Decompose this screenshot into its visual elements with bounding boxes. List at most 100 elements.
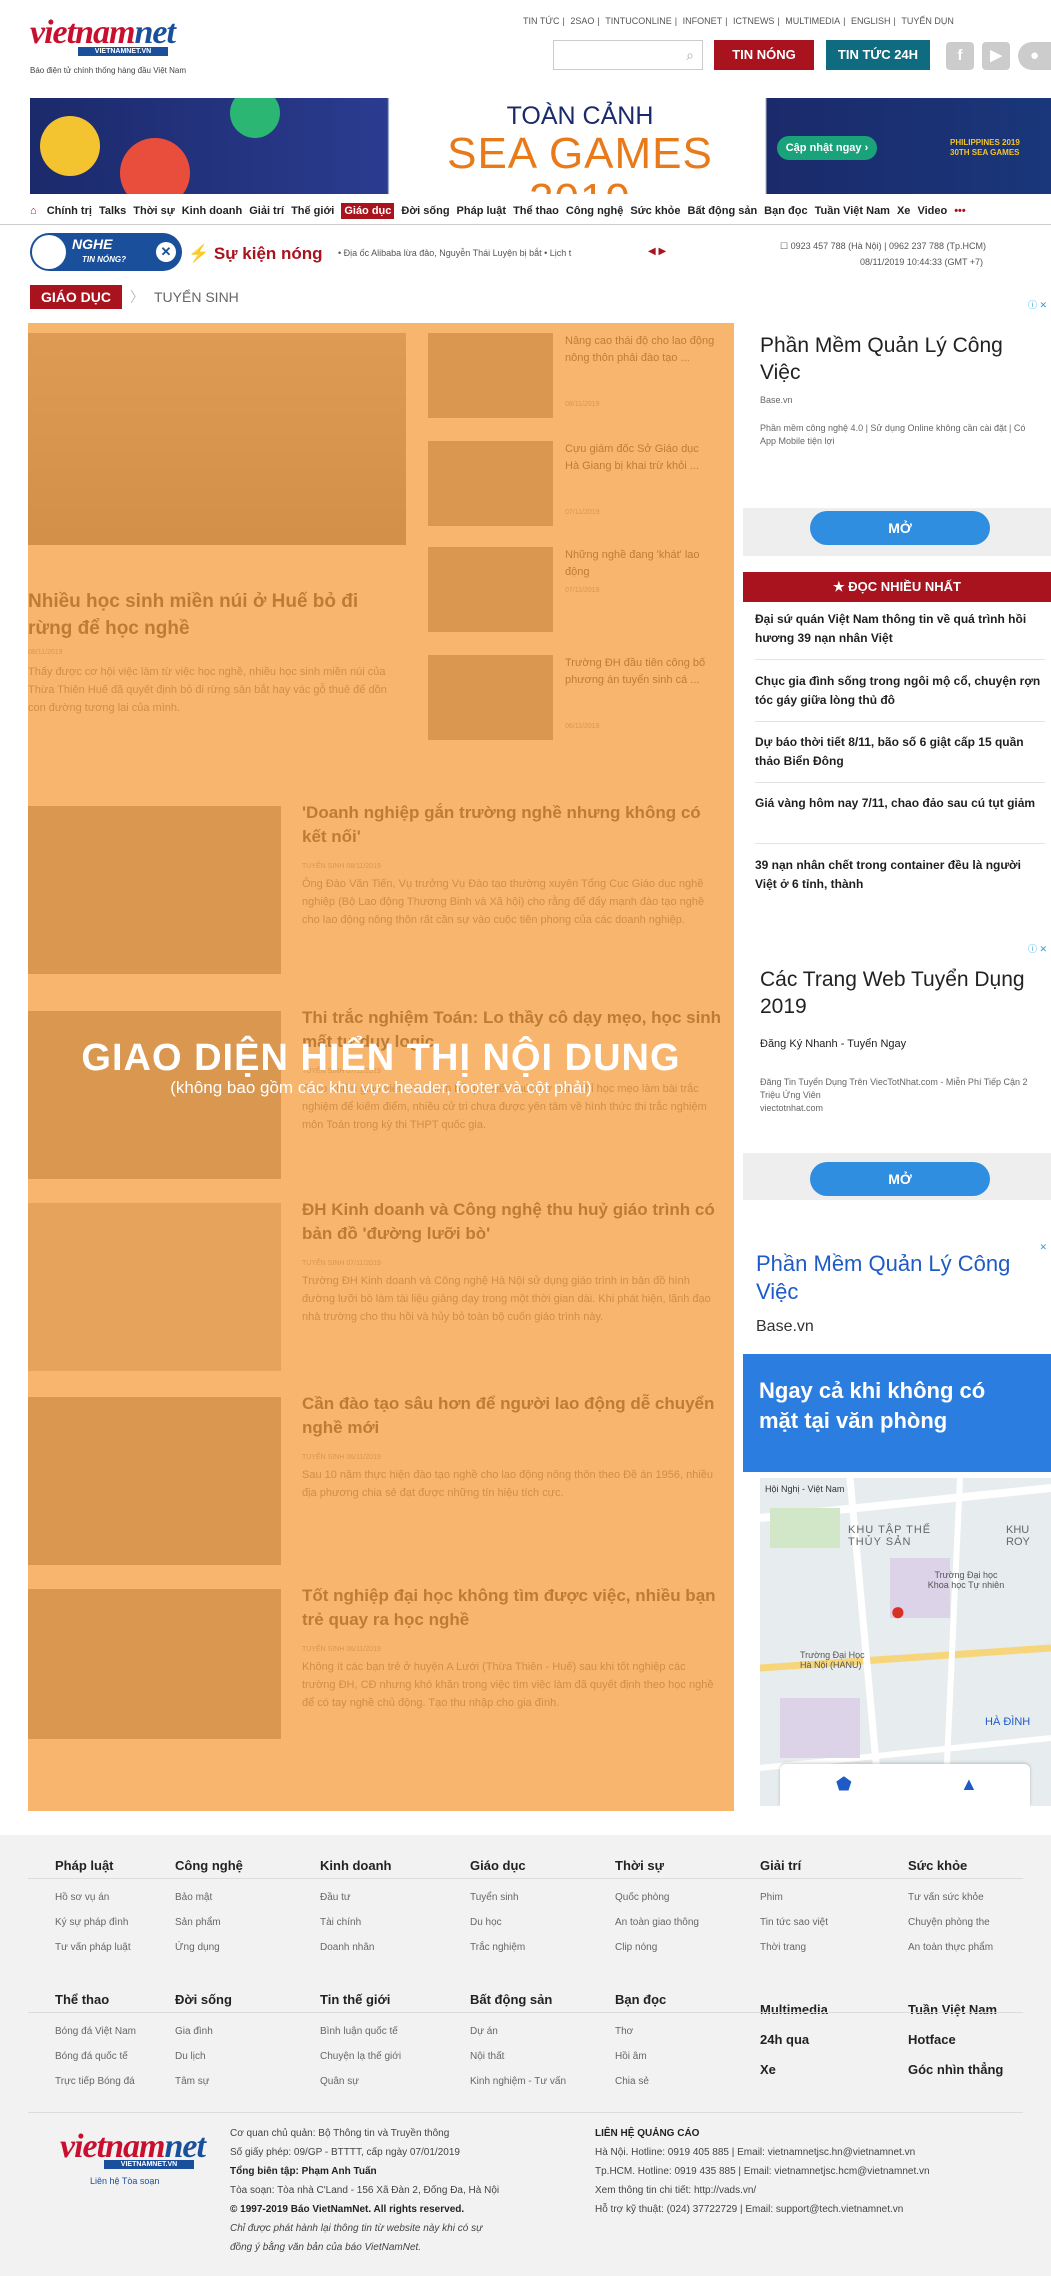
ad-open-button[interactable]: MỞ xyxy=(810,511,990,545)
news-24h-button[interactable]: TIN TỨC 24H xyxy=(826,40,930,70)
article-image[interactable] xyxy=(28,806,281,974)
footer-link[interactable]: Du lịch xyxy=(175,2051,206,2062)
featured-title[interactable]: Nhiều học sinh miền núi ở Huế bỏ đi rừng… xyxy=(28,588,406,642)
ad-title[interactable]: Phần Mềm Quản Lý Công Việc xyxy=(760,332,1040,386)
article-image[interactable] xyxy=(28,1203,281,1371)
article-title[interactable]: 'Doanh nghiệp gắn trường nghề nhưng khôn… xyxy=(302,801,722,849)
ad-box[interactable]: ⓘ ✕ Phần Mềm Quản Lý Công Việc Base.vn P… xyxy=(743,296,1051,508)
footer-link[interactable]: Chuyện phòng the xyxy=(908,1917,990,1928)
ad-open-button[interactable]: MỞ xyxy=(810,1162,990,1196)
side-story-title[interactable]: Trường ĐH đầu tiên công bố phương án tuy… xyxy=(565,655,715,689)
footer-column-heading[interactable]: Multimedia xyxy=(760,2002,828,2017)
site-logo[interactable]: vietnamnet VIETNAMNET.VN Báo điện tử chí… xyxy=(30,14,186,75)
menu-item[interactable]: Xe xyxy=(897,205,910,217)
footer-link[interactable]: Tư vấn sức khỏe xyxy=(908,1892,984,1903)
close-icon[interactable]: ✕ xyxy=(156,242,176,262)
footer-link[interactable]: Quốc phòng xyxy=(615,1892,670,1903)
footer-link[interactable]: Đầu tư xyxy=(320,1892,351,1903)
footer-column-heading[interactable]: 24h qua xyxy=(760,2032,809,2047)
footer-column-heading[interactable]: Bạn đọc xyxy=(615,1992,666,2007)
most-read-item[interactable]: Đại sứ quán Việt Nam thông tin về quá tr… xyxy=(755,610,1045,648)
side-story-image[interactable] xyxy=(428,333,553,418)
footer-link[interactable]: Ứng dụng xyxy=(175,1942,220,1953)
footer-column-heading[interactable]: Thể thao xyxy=(55,1992,109,2007)
top-link[interactable]: INFONET xyxy=(683,16,723,26)
ad-box[interactable]: ⓘ ✕ Các Trang Web Tuyển Dụng 2019 Đăng K… xyxy=(743,940,1051,1153)
update-now-button[interactable]: Cập nhật ngay › xyxy=(777,136,877,160)
most-read-item[interactable]: 39 nạn nhân chết trong container đều là … xyxy=(755,856,1045,894)
most-read-item[interactable]: Giá vàng hôm nay 7/11, chao đảo sau cú t… xyxy=(755,794,1045,813)
menu-item[interactable]: Thời sự xyxy=(133,205,174,217)
footer-link[interactable]: Bình luận quốc tế xyxy=(320,2026,398,2037)
footer-link[interactable]: Tâm sự xyxy=(175,2076,209,2087)
menu-item[interactable]: Bạn đọc xyxy=(764,205,807,217)
footer-link[interactable]: Thơ xyxy=(615,2026,633,2037)
side-story-title[interactable]: Nâng cao thái độ cho lao động nông thôn … xyxy=(565,333,715,367)
ad-title[interactable]: Các Trang Web Tuyển Dụng 2019 xyxy=(760,966,1045,1020)
ad-title[interactable]: Phần Mềm Quản Lý Công Việc xyxy=(756,1250,1016,1306)
sea-games-banner[interactable]: TOÀN CẢNH SEA GAMES 2019 Cập nhật ngay ›… xyxy=(30,98,1051,194)
footer-link[interactable]: Sản phẩm xyxy=(175,1917,221,1928)
contact-link[interactable]: Liên hệ Tòa soạn xyxy=(90,2176,205,2186)
adchoices-icon[interactable]: ⓘ ✕ xyxy=(1028,298,1047,311)
footer-link[interactable]: Trực tiếp Bóng đá xyxy=(55,2076,135,2087)
footer-column-heading[interactable]: Tuần Việt Nam xyxy=(908,2002,997,2017)
footer-column-heading[interactable]: Công nghệ xyxy=(175,1858,243,1873)
footer-link[interactable]: Chia sẻ xyxy=(615,2076,649,2087)
footer-column-heading[interactable]: Xe xyxy=(760,2062,776,2077)
side-story-title[interactable]: Cựu giám đốc Sở Giáo dục Hà Giang bị kha… xyxy=(565,441,715,475)
footer-column-heading[interactable]: Bất động sản xyxy=(470,1992,552,2007)
footer-link[interactable]: Tin tức sao việt xyxy=(760,1917,828,1928)
footer-column-heading[interactable]: Kinh doanh xyxy=(320,1858,392,1873)
side-story-image[interactable] xyxy=(428,547,553,632)
footer-link[interactable]: Du học xyxy=(470,1917,502,1928)
footer-link[interactable]: Tư vấn pháp luật xyxy=(55,1942,131,1953)
side-story-title[interactable]: Những nghề đang 'khát' lao động xyxy=(565,547,715,581)
menu-item[interactable]: Sức khỏe xyxy=(630,205,680,217)
footer-column-heading[interactable]: Giáo dục xyxy=(470,1858,526,1873)
article-title[interactable]: Cần đào tạo sâu hơn để người lao động dễ… xyxy=(302,1392,722,1440)
breadcrumb-section[interactable]: GIÁO DỤC xyxy=(30,285,122,309)
footer-ad-line[interactable]: Xem thông tin chi tiết: http://vads.vn/ xyxy=(595,2181,1045,2200)
top-link[interactable]: MULTIMEDIA xyxy=(785,16,840,26)
menu-item[interactable]: Đời sống xyxy=(401,205,449,217)
menu-item[interactable]: Thế giới xyxy=(291,205,334,217)
footer-link[interactable]: Gia đình xyxy=(175,2026,213,2037)
footer-column-heading[interactable]: Góc nhìn thẳng xyxy=(908,2062,1003,2077)
directions-icon[interactable]: ⬟ xyxy=(836,1774,852,1795)
top-link[interactable]: ENGLISH xyxy=(851,16,891,26)
hot-news-button[interactable]: TIN NÓNG xyxy=(714,40,814,70)
listen-hot-news-button[interactable]: NGHE TIN NÓNG? ✕ xyxy=(30,233,182,271)
footer-link[interactable]: Quân sự xyxy=(320,2076,359,2087)
menu-item[interactable]: Talks xyxy=(99,205,126,217)
more-menu-icon[interactable]: ••• xyxy=(954,205,966,217)
top-link[interactable]: TINTUCONLINE xyxy=(605,16,672,26)
footer-link[interactable]: Nội thất xyxy=(470,2051,504,2062)
footer-link[interactable]: Dự án xyxy=(470,2026,498,2037)
adchoices-icon[interactable]: ✕ xyxy=(1039,1242,1047,1253)
footer-link[interactable]: Thời trang xyxy=(760,1942,806,1953)
article-title[interactable]: ĐH Kinh doanh và Công nghệ thu huỷ giáo … xyxy=(302,1198,722,1246)
menu-item[interactable]: Bất động sản xyxy=(688,205,758,217)
top-link[interactable]: TIN TỨC xyxy=(523,16,560,26)
menu-item[interactable]: Tuần Việt Nam xyxy=(815,205,890,217)
breadcrumb-subsection[interactable]: TUYỂN SINH xyxy=(154,285,239,309)
map-widget[interactable]: Hội Nghị - Việt Nam KHU TẬP THỂ THỦY SẢN… xyxy=(760,1478,1051,1806)
footer-column-heading[interactable]: Đời sống xyxy=(175,1992,232,2007)
menu-item-active[interactable]: Giáo dục xyxy=(341,203,395,219)
footer-link[interactable]: Clip nóng xyxy=(615,1942,657,1953)
footer-link[interactable]: Bóng đá Việt Nam xyxy=(55,2026,136,2037)
footer-column-heading[interactable]: Pháp luật xyxy=(55,1858,114,1873)
ad-banner[interactable]: Ngay cả khi không có mặt tại văn phòng xyxy=(743,1354,1051,1472)
news-ticker[interactable]: • Địa ốc Alibaba lừa đảo, Nguyễn Thái Lu… xyxy=(338,248,571,258)
footer-link[interactable]: Phim xyxy=(760,1892,783,1903)
article-image[interactable] xyxy=(28,1589,281,1739)
ad-box[interactable]: ✕ Phần Mềm Quản Lý Công Việc Base.vn xyxy=(743,1240,1051,1354)
footer-link[interactable]: Trắc nghiệm xyxy=(470,1942,525,1953)
footer-logo[interactable]: vietnamnet VIETNAMNET.VN Liên hệ Tòa soạ… xyxy=(60,2128,206,2186)
top-link[interactable]: 2SAO xyxy=(570,16,594,26)
home-icon[interactable]: ⌂ xyxy=(30,205,37,217)
navigate-icon[interactable]: ▲ xyxy=(960,1774,978,1795)
menu-item[interactable]: Chính trị xyxy=(47,205,92,217)
facebook-icon[interactable]: f xyxy=(946,42,974,70)
